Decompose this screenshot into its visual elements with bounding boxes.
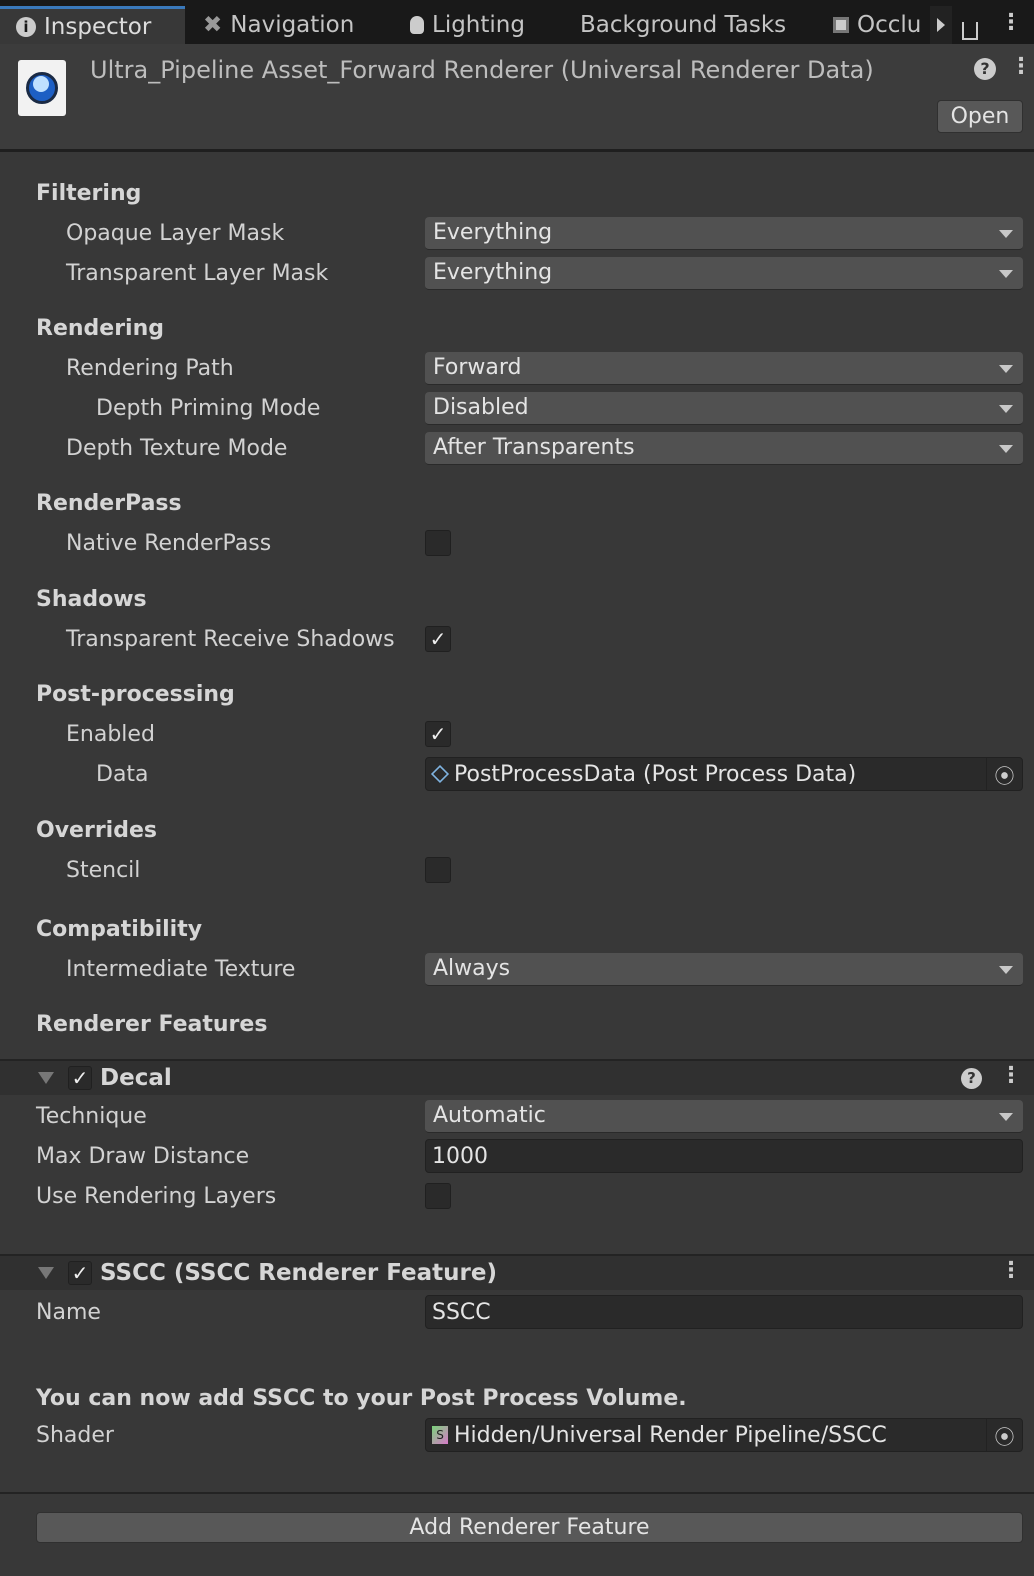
depth-priming-mode-dropdown[interactable]: Disabled — [425, 391, 1023, 425]
open-button[interactable]: Open — [937, 100, 1023, 133]
chevron-down-icon — [999, 404, 1013, 413]
intermediate-texture-dropdown[interactable]: Always — [425, 952, 1023, 986]
post-enabled-checkbox[interactable]: ✓ — [425, 721, 451, 747]
technique-dropdown[interactable]: Automatic — [425, 1099, 1023, 1133]
navigation-icon: ✖ — [203, 12, 223, 38]
asset-title: Ultra_Pipeline Asset_Forward Renderer (U… — [90, 56, 874, 84]
tab-occlusion[interactable]: Occlu — [833, 6, 928, 44]
sscc-title: SSCC (SSCC Renderer Feature) — [100, 1260, 497, 1286]
tab-navigation[interactable]: ✖ Navigation — [203, 6, 383, 44]
sscc-menu-icon[interactable]: ⋮ — [1000, 1258, 1022, 1283]
sscc-enabled-checkbox[interactable]: ✓ — [68, 1261, 92, 1285]
section-rendering: Rendering — [36, 315, 164, 341]
help-icon[interactable]: ? — [961, 1068, 982, 1089]
post-enabled-label: Enabled — [66, 721, 155, 747]
rendering-path-label: Rendering Path — [66, 355, 234, 381]
name-label: Name — [36, 1299, 101, 1325]
kebab-menu-icon[interactable]: ⋮ — [1000, 10, 1022, 35]
tab-background-tasks[interactable]: Background Tasks — [580, 6, 810, 44]
post-process-data-field[interactable]: PostProcessData (Post Process Data) ⦿ — [425, 757, 1023, 791]
decal-enabled-checkbox[interactable]: ✓ — [68, 1066, 92, 1090]
scriptable-object-icon — [430, 764, 450, 784]
technique-label: Technique — [36, 1103, 147, 1129]
section-overrides: Overrides — [36, 817, 157, 843]
tab-scroll-right-icon[interactable] — [930, 6, 952, 44]
rendering-path-dropdown[interactable]: Forward — [425, 351, 1023, 385]
shader-label: Shader — [36, 1422, 114, 1448]
stencil-checkbox[interactable] — [425, 857, 451, 883]
section-shadows: Shadows — [36, 586, 147, 612]
chevron-down-icon — [999, 444, 1013, 453]
stencil-label: Stencil — [66, 857, 141, 883]
section-post-processing: Post-processing — [36, 681, 235, 707]
shader-field[interactable]: S Hidden/Universal Render Pipeline/SSCC ⦿ — [425, 1418, 1023, 1452]
check-icon: ✓ — [429, 722, 447, 746]
help-icon[interactable]: ? — [974, 58, 996, 80]
use-rendering-layers-label: Use Rendering Layers — [36, 1183, 277, 1209]
name-input[interactable]: SSCC — [425, 1295, 1023, 1329]
foldout-triangle-icon[interactable] — [38, 1072, 54, 1084]
foldout-triangle-icon[interactable] — [38, 1267, 54, 1279]
bulb-icon — [410, 16, 424, 34]
native-renderpass-checkbox[interactable] — [425, 530, 451, 556]
occlusion-icon — [833, 17, 849, 33]
intermediate-texture-label: Intermediate Texture — [66, 956, 296, 982]
native-renderpass-label: Native RenderPass — [66, 530, 272, 556]
inspector-header: Ultra_Pipeline Asset_Forward Renderer (U… — [0, 44, 1034, 152]
check-icon: ✓ — [71, 1066, 89, 1090]
depth-priming-mode-label: Depth Priming Mode — [96, 395, 321, 421]
transparent-layer-mask-dropdown[interactable]: Everything — [425, 256, 1023, 290]
shader-icon: S — [432, 1426, 448, 1444]
renderer-asset-icon — [18, 60, 66, 116]
info-icon: i — [16, 16, 36, 37]
object-picker-icon[interactable]: ⦿ — [986, 1419, 1022, 1451]
use-rendering-layers-checkbox[interactable] — [425, 1183, 451, 1209]
transparent-layer-mask-label: Transparent Layer Mask — [66, 260, 329, 286]
chevron-down-icon — [999, 965, 1013, 974]
check-icon: ✓ — [71, 1261, 89, 1285]
chevron-down-icon — [999, 1112, 1013, 1121]
divider — [0, 1492, 1034, 1494]
add-renderer-feature-button[interactable]: Add Renderer Feature — [36, 1512, 1023, 1543]
max-draw-distance-input[interactable]: 1000 — [425, 1139, 1023, 1173]
tab-inspector[interactable]: i Inspector — [0, 6, 185, 44]
decal-menu-icon[interactable]: ⋮ — [1000, 1063, 1022, 1088]
section-compatibility: Compatibility — [36, 916, 203, 942]
tab-bar: i Inspector ✖ Navigation Lighting Backgrou… — [0, 0, 1034, 44]
tab-lighting[interactable]: Lighting — [410, 6, 560, 44]
chevron-down-icon — [999, 269, 1013, 278]
opaque-layer-mask-label: Opaque Layer Mask — [66, 220, 285, 246]
object-picker-icon[interactable]: ⦿ — [986, 758, 1022, 790]
depth-texture-mode-dropdown[interactable]: After Transparents — [425, 431, 1023, 465]
depth-texture-mode-label: Depth Texture Mode — [66, 435, 288, 461]
chevron-down-icon — [999, 229, 1013, 238]
chevron-down-icon — [999, 364, 1013, 373]
sscc-message: You can now add SSCC to your Post Proces… — [36, 1385, 687, 1411]
decal-title: Decal — [100, 1065, 172, 1091]
post-data-label: Data — [96, 761, 149, 787]
section-filtering: Filtering — [36, 180, 142, 206]
opaque-layer-mask-dropdown[interactable]: Everything — [425, 216, 1023, 250]
check-icon: ✓ — [429, 627, 447, 651]
lock-icon[interactable] — [962, 22, 978, 40]
transparent-receive-shadows-checkbox[interactable]: ✓ — [425, 626, 451, 652]
sscc-feature-header[interactable]: ✓ SSCC (SSCC Renderer Feature) ⋮ — [0, 1254, 1034, 1290]
decal-feature-header[interactable]: ✓ Decal ? ⋮ — [0, 1059, 1034, 1095]
section-renderer-features: Renderer Features — [36, 1011, 268, 1037]
transparent-receive-shadows-label: Transparent Receive Shadows — [66, 626, 395, 652]
header-menu-icon[interactable]: ⋮ — [1010, 54, 1032, 79]
max-draw-distance-label: Max Draw Distance — [36, 1143, 250, 1169]
section-renderpass: RenderPass — [36, 490, 182, 516]
